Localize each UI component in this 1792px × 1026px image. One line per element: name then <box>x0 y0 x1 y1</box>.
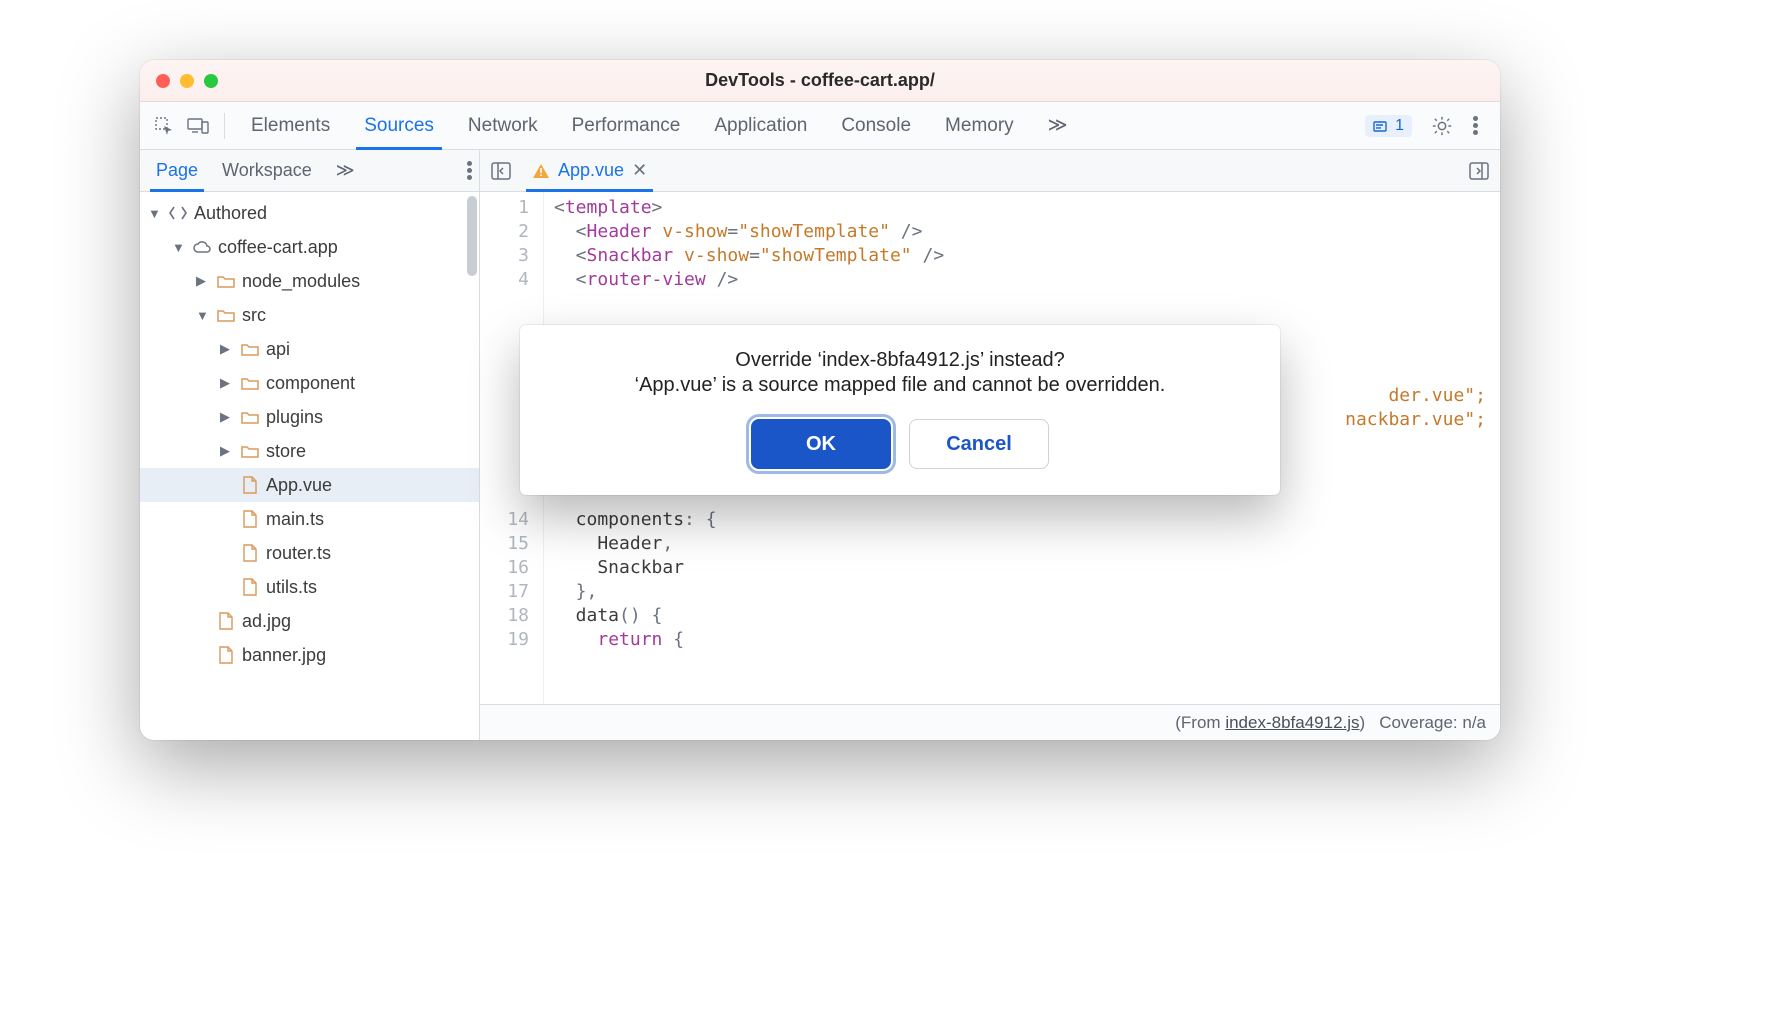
cancel-button[interactable]: Cancel <box>909 419 1049 469</box>
tree-file[interactable]: utils.ts <box>140 570 479 604</box>
tree-folder-src[interactable]: ▼ src <box>140 298 479 332</box>
sidebar-tabs-overflow[interactable]: ≫ <box>326 150 365 191</box>
tree-domain[interactable]: ▼ coffee-cart.app <box>140 230 479 264</box>
tab-application[interactable]: Application <box>700 102 821 149</box>
editor-statusbar: (From index-8bfa4912.js) Coverage: n/a <box>480 704 1500 740</box>
tree-folder[interactable]: ▶component <box>140 366 479 400</box>
inspect-element-icon[interactable] <box>150 112 178 140</box>
folder-icon <box>240 407 260 427</box>
tab-sources[interactable]: Sources <box>350 102 448 149</box>
dialog-message: ‘App.vue’ is a source mapped file and ca… <box>548 374 1252 397</box>
file-icon <box>240 577 260 597</box>
main-toolbar: Elements Sources Network Performance App… <box>140 102 1500 150</box>
tree-label: utils.ts <box>266 577 317 598</box>
separator <box>224 113 225 139</box>
more-menu-icon[interactable] <box>1462 112 1490 140</box>
folder-icon <box>240 373 260 393</box>
tree-label: store <box>266 441 306 462</box>
source-from: (From index-8bfa4912.js) <box>1175 713 1365 733</box>
tree-file[interactable]: router.ts <box>140 536 479 570</box>
folder-icon <box>216 271 236 291</box>
device-toolbar-icon[interactable] <box>184 112 212 140</box>
warning-icon <box>532 162 550 180</box>
toggle-navigator-icon[interactable] <box>488 158 514 184</box>
tree-folder[interactable]: ▶ node_modules <box>140 264 479 298</box>
brackets-icon <box>168 203 188 223</box>
tab-memory[interactable]: Memory <box>931 102 1028 149</box>
navigator-sidebar: Page Workspace ≫ ▼ Authored ▼ coffee-car… <box>140 150 480 740</box>
tree-label: plugins <box>266 407 323 428</box>
titlebar: DevTools - coffee-cart.app/ <box>140 60 1500 102</box>
sidebar-more-icon[interactable] <box>467 160 473 182</box>
file-tab-label: App.vue <box>558 160 624 181</box>
tree-label: src <box>242 305 266 326</box>
issues-count: 1 <box>1395 117 1404 135</box>
tree-folder[interactable]: ▶api <box>140 332 479 366</box>
file-tabs: App.vue ✕ <box>480 150 1500 192</box>
folder-icon <box>216 305 236 325</box>
tree-file[interactable]: banner.jpg <box>140 638 479 672</box>
file-icon <box>240 509 260 529</box>
file-icon <box>216 611 236 631</box>
file-icon <box>216 645 236 665</box>
tree-label: Authored <box>194 203 267 224</box>
override-dialog: Override ‘index-8bfa4912.js’ instead? ‘A… <box>520 325 1280 495</box>
tree-file-appvue[interactable]: App.vue <box>140 468 479 502</box>
coverage-label: Coverage: n/a <box>1379 713 1486 733</box>
dialog-title: Override ‘index-8bfa4912.js’ instead? <box>548 349 1252 372</box>
tab-performance[interactable]: Performance <box>558 102 695 149</box>
sourcemap-link[interactable]: index-8bfa4912.js <box>1225 713 1359 732</box>
tab-console[interactable]: Console <box>827 102 925 149</box>
sidebar-tab-workspace[interactable]: Workspace <box>212 150 322 191</box>
tree-label: router.ts <box>266 543 331 564</box>
tree-file[interactable]: ad.jpg <box>140 604 479 638</box>
tabs-overflow[interactable]: ≫ <box>1034 102 1082 149</box>
tree-file[interactable]: main.ts <box>140 502 479 536</box>
issues-badge[interactable]: 1 <box>1365 115 1412 137</box>
tree-label: node_modules <box>242 271 360 292</box>
tree-folder[interactable]: ▶store <box>140 434 479 468</box>
close-tab-icon[interactable]: ✕ <box>632 160 647 181</box>
devtools-window: DevTools - coffee-cart.app/ Elements Sou… <box>140 60 1500 740</box>
sidebar-tab-page[interactable]: Page <box>146 150 208 191</box>
tab-elements[interactable]: Elements <box>237 102 344 149</box>
window-title: DevTools - coffee-cart.app/ <box>140 70 1500 91</box>
file-icon <box>240 543 260 563</box>
file-tab-appvue[interactable]: App.vue ✕ <box>522 150 657 191</box>
tree-folder[interactable]: ▶plugins <box>140 400 479 434</box>
tab-network[interactable]: Network <box>454 102 552 149</box>
folder-icon <box>240 339 260 359</box>
cloud-icon <box>192 237 212 257</box>
tree-label: main.ts <box>266 509 324 530</box>
settings-gear-icon[interactable] <box>1428 112 1456 140</box>
file-icon <box>240 475 260 495</box>
tree-label: App.vue <box>266 475 332 496</box>
folder-icon <box>240 441 260 461</box>
tree-label: component <box>266 373 355 394</box>
tree-label: banner.jpg <box>242 645 326 666</box>
toggle-debugger-icon[interactable] <box>1466 158 1492 184</box>
tree-label: ad.jpg <box>242 611 291 632</box>
ok-button[interactable]: OK <box>751 419 891 469</box>
file-tree: ▼ Authored ▼ coffee-cart.app ▶ node_modu… <box>140 192 479 740</box>
sidebar-tabs: Page Workspace ≫ <box>140 150 479 192</box>
tree-authored[interactable]: ▼ Authored <box>140 196 479 230</box>
tree-label: coffee-cart.app <box>218 237 338 258</box>
scrollbar-thumb[interactable] <box>467 196 477 276</box>
tree-label: api <box>266 339 290 360</box>
